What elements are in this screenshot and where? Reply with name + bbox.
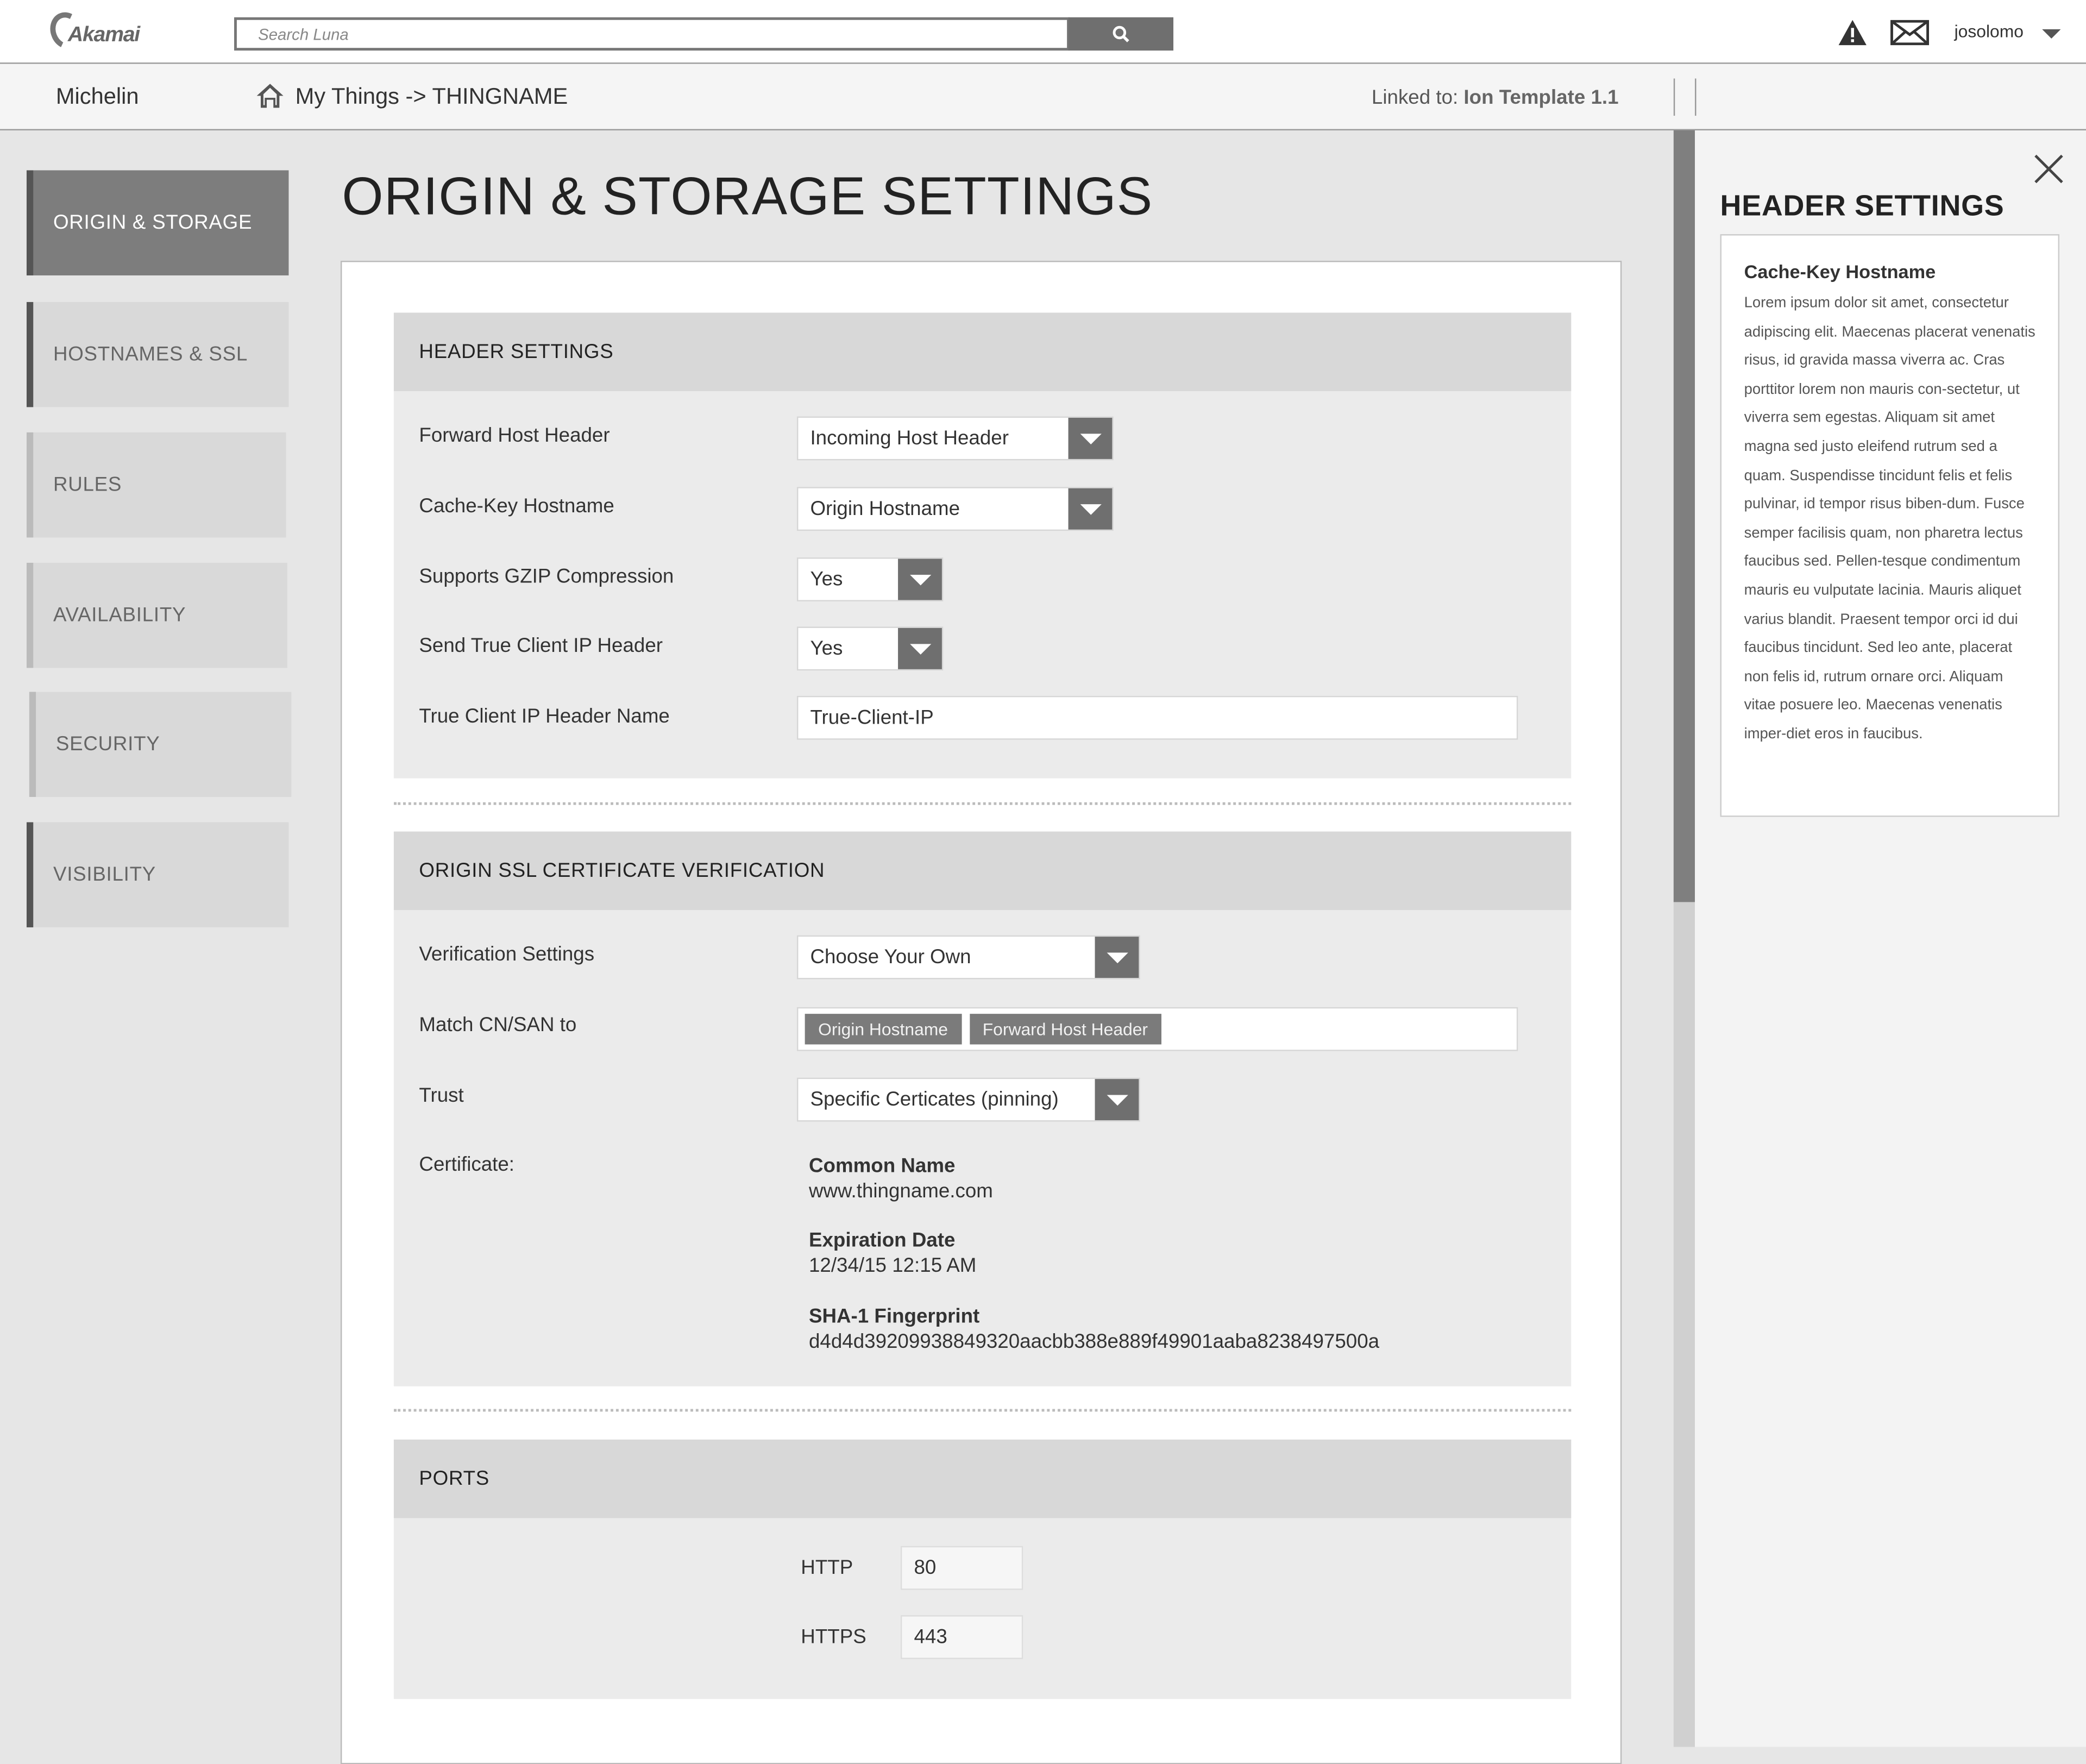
match-cn-san-input[interactable]: Origin Hostname Forward Host Header: [796, 1007, 1518, 1051]
home-icon[interactable]: [255, 83, 285, 109]
mail-icon: [1890, 20, 1930, 46]
divider: [1673, 78, 1675, 116]
sha1-fingerprint-label: SHA-1 Fingerprint: [808, 1305, 980, 1328]
field-label: Certificate:: [419, 1153, 515, 1176]
common-name-label: Common Name: [808, 1154, 956, 1178]
select-value: Incoming Host Header: [810, 427, 1009, 450]
chevron-down-icon[interactable]: [1095, 937, 1139, 978]
nav-rules[interactable]: RULES: [26, 432, 286, 538]
breadcrumb[interactable]: My Things -> THINGNAME: [296, 84, 568, 110]
field-label: Supports GZIP Compression: [419, 565, 674, 588]
section-title: PORTS: [393, 1439, 1572, 1518]
cache-key-hostname-select[interactable]: Origin Hostname: [796, 487, 1114, 531]
akamai-logo[interactable]: Akamai: [45, 8, 152, 54]
nav-hostnames-ssl[interactable]: HOSTNAMES & SSL: [26, 302, 289, 407]
search-input[interactable]: [236, 20, 1067, 48]
chevron-down-icon[interactable]: [898, 627, 942, 669]
ssl-verification-section: ORIGIN SSL CERTIFICATE VERIFICATION Veri…: [393, 831, 1572, 1386]
tag-forward-host-header[interactable]: Forward Host Header: [969, 1014, 1161, 1045]
section-title: HEADER SETTINGS: [393, 312, 1572, 392]
linked-template[interactable]: Linked to: Ion Template 1.1: [1372, 86, 1619, 109]
scrollbar-thumb[interactable]: [1673, 130, 1695, 902]
field-label: Send True Client IP Header: [419, 635, 663, 657]
close-icon[interactable]: [2032, 152, 2066, 186]
field-label: Trust: [419, 1084, 464, 1107]
search-box[interactable]: [234, 17, 1070, 51]
nav-origin-storage[interactable]: ORIGIN & STORAGE: [26, 170, 289, 275]
verification-settings-select[interactable]: Choose Your Own: [796, 935, 1140, 980]
common-name-value: www.thingname.com: [808, 1180, 993, 1203]
field-label: True Client IP Header Name: [419, 705, 670, 728]
help-card: Cache-Key Hostname Lorem ipsum dolor sit…: [1720, 234, 2060, 817]
trust-select[interactable]: Specific Certicates (pinning): [796, 1077, 1140, 1122]
nav-availability[interactable]: AVAILABILITY: [26, 562, 287, 668]
expiration-date-value: 12/34/15 12:15 AM: [808, 1254, 977, 1278]
http-port-label: HTTP: [801, 1556, 853, 1579]
linked-template-name[interactable]: Ion Template 1.1: [1463, 86, 1618, 109]
ports-section: PORTS HTTP 80 HTTPS 443: [393, 1439, 1572, 1699]
select-value: Yes: [810, 568, 843, 591]
context-bar: Michelin My Things -> THINGNAME Linked t…: [0, 64, 2086, 131]
chevron-down-icon[interactable]: [1068, 417, 1113, 459]
field-label: Match CN/SAN to: [419, 1014, 577, 1037]
search-button[interactable]: [1068, 17, 1174, 51]
section-title: ORIGIN SSL CERTIFICATE VERIFICATION: [393, 831, 1572, 911]
expiration-date-label: Expiration Date: [808, 1229, 956, 1252]
gzip-select[interactable]: Yes: [796, 557, 944, 601]
sha1-fingerprint-value: d4d4d39209938849320aacbb388e889f49901aab…: [808, 1330, 1380, 1353]
http-port-input[interactable]: 80: [900, 1546, 1023, 1590]
field-label: Verification Settings: [419, 943, 595, 966]
field-label: Cache-Key Hostname: [419, 495, 614, 518]
search-icon: [1113, 26, 1129, 42]
chevron-down-icon[interactable]: [898, 558, 942, 600]
alerts-button[interactable]: [1838, 20, 1867, 46]
divider: [1695, 78, 1697, 116]
messages-button[interactable]: [1890, 20, 1930, 46]
chevron-down-icon[interactable]: [1095, 1079, 1139, 1121]
select-value: Choose Your Own: [810, 946, 971, 969]
section-divider: [393, 802, 1572, 805]
select-value: Specific Certicates (pinning): [810, 1088, 1059, 1111]
nav-visibility[interactable]: VISIBILITY: [26, 822, 289, 927]
top-bar: Akamai josolomo: [0, 0, 2086, 64]
warning-icon: [1838, 20, 1867, 46]
nav-security[interactable]: SECURITY: [29, 692, 292, 797]
help-card-body: Lorem ipsum dolor sit amet, consectetur …: [1744, 295, 2035, 743]
page-title: ORIGIN & STORAGE SETTINGS: [342, 167, 1153, 227]
help-card-title: Cache-Key Hostname: [1744, 261, 1936, 283]
section-divider: [393, 1409, 1572, 1412]
https-port-label: HTTPS: [801, 1625, 866, 1649]
tag-origin-hostname[interactable]: Origin Hostname: [805, 1014, 962, 1045]
select-value: Yes: [810, 637, 843, 660]
select-value: Origin Hostname: [810, 497, 960, 520]
logo-text: Akamai: [67, 24, 140, 47]
linked-prefix: Linked to:: [1371, 86, 1459, 109]
field-label: Forward Host Header: [419, 424, 610, 447]
forward-host-header-select[interactable]: Incoming Host Header: [796, 416, 1114, 461]
https-port-input[interactable]: 443: [900, 1615, 1023, 1659]
user-menu[interactable]: josolomo: [1955, 21, 2024, 41]
chevron-down-icon[interactable]: [1068, 488, 1113, 530]
true-client-ip-select[interactable]: Yes: [796, 626, 944, 671]
header-settings-section: HEADER SETTINGS Forward Host Header Inco…: [393, 312, 1572, 779]
help-panel-title: HEADER SETTINGS: [1720, 189, 2005, 222]
account-name[interactable]: Michelin: [56, 84, 139, 110]
true-client-ip-name-input[interactable]: True-Client-IP: [796, 695, 1518, 740]
caret-down-icon[interactable]: [2042, 29, 2061, 39]
